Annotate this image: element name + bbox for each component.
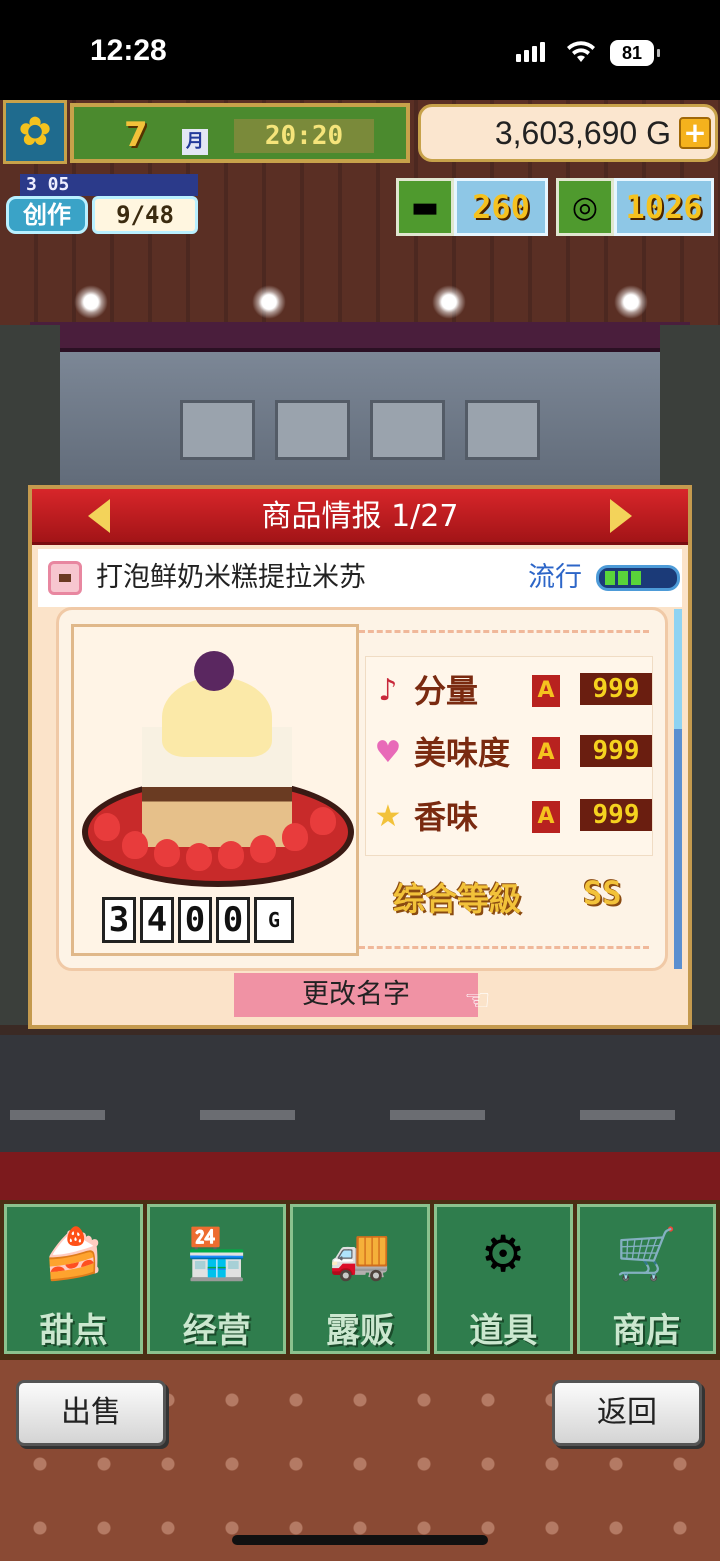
overall-grade-label: 综合等級 — [393, 880, 522, 918]
trend-label: 流行 — [528, 562, 582, 593]
stat-label: 分量 — [414, 672, 479, 710]
month-number: 7 — [124, 115, 148, 155]
scrollbar[interactable] — [674, 609, 682, 969]
status-time: 12:28 — [90, 34, 167, 67]
price-digit: 0 — [216, 897, 250, 943]
lamp-light — [252, 285, 286, 319]
month-label: 月 — [182, 129, 208, 155]
item-detail: 3 4 0 0 G ♪ 分量 A 999 ♥ 美味度 A 999 ★ 香味 A … — [56, 607, 668, 971]
product-info-panel: 商品情报 1/27 打泡鲜奶米糕提拉米苏 流行 3 4 0 0 G ♪ 分量 A… — [28, 485, 692, 1029]
stat-label: 美味度 — [414, 734, 511, 772]
price-digit: 4 — [140, 897, 174, 943]
music-note-icon: ♪ — [378, 673, 398, 708]
stat-aroma: ★ 香味 A 999 — [370, 787, 652, 847]
panel-title: 商品情报 1/27 — [261, 499, 459, 534]
sunflower-icon[interactable]: ✿ — [3, 100, 67, 164]
calendar-box: 7 月 20:20 — [70, 103, 410, 163]
stat-rank: A — [532, 675, 560, 707]
game-clock: 20:20 — [234, 119, 374, 153]
nav-label: 甜点 — [39, 1311, 108, 1351]
money-value: 3,603,690 G — [494, 115, 671, 151]
stat-taste: ♥ 美味度 A 999 — [370, 723, 652, 783]
stat-label: 香味 — [414, 798, 479, 836]
lamp-light — [74, 285, 108, 319]
nav-food-truck[interactable]: 🚚 露贩 — [290, 1204, 430, 1354]
lamp-light — [432, 285, 466, 319]
status-bar: 12:28 81 — [0, 0, 720, 100]
star-icon: ★ — [374, 799, 402, 834]
nav-label: 露贩 — [326, 1311, 394, 1351]
stats-box: ♪ 分量 A 999 ♥ 美味度 A 999 ★ 香味 A 999 — [365, 656, 653, 856]
nav-desserts[interactable]: 🍰 甜点 — [4, 1204, 144, 1354]
divider — [359, 946, 649, 949]
overall-grade-value: SS — [583, 874, 622, 912]
stat-value: 999 — [580, 735, 652, 767]
home-indicator[interactable] — [232, 1535, 488, 1545]
divider — [359, 630, 649, 633]
shop-awning — [30, 322, 690, 352]
cellular-signal-icon — [516, 42, 545, 62]
road — [0, 1035, 720, 1155]
food-truck-icon: 🚚 — [328, 1225, 392, 1283]
price-display: 3 4 0 0 G — [102, 897, 294, 943]
stat-value: 999 — [580, 673, 652, 705]
red-band — [0, 1152, 720, 1200]
price-unit: G — [254, 897, 294, 943]
stat-rank: A — [532, 801, 560, 833]
gold-bar-icon: ▬ — [396, 178, 454, 236]
creation-counter[interactable]: 3 05 创作 9/48 — [6, 174, 198, 236]
nav-label: 经营 — [182, 1311, 251, 1351]
medal-counter: ◎ 1026 — [556, 178, 714, 236]
creation-label: 创作 — [6, 196, 88, 234]
cake-category-icon — [48, 561, 82, 595]
add-money-button[interactable]: + — [679, 117, 711, 149]
sell-button[interactable]: 出售 — [16, 1380, 166, 1446]
oven-row — [180, 400, 540, 460]
rename-button[interactable]: 更改名字 — [234, 973, 478, 1017]
money-box: 3,603,690 G + — [418, 104, 718, 162]
gold-bar-value: 260 — [454, 178, 548, 236]
cake-picture: 3 4 0 0 G — [71, 624, 359, 956]
pointing-hand-icon: ☜ — [464, 983, 491, 1018]
stat-rank: A — [532, 737, 560, 769]
stat-volume: ♪ 分量 A 999 — [370, 661, 652, 721]
items-icon: ⚙ — [480, 1225, 526, 1283]
item-name: 打泡鲜奶米糕提拉米苏 — [96, 562, 366, 593]
nav-management[interactable]: 🏪 经营 — [147, 1204, 287, 1354]
battery-indicator: 81 — [610, 40, 660, 66]
panel-header: 商品情报 1/27 — [32, 489, 688, 545]
game-scene: ✿ 7 月 20:20 3,603,690 G + 3 05 创作 9/48 ▬… — [0, 100, 720, 1561]
nav-label: 商店 — [612, 1311, 681, 1351]
item-name-row: 打泡鲜奶米糕提拉米苏 流行 — [38, 549, 682, 607]
next-arrow-icon[interactable] — [610, 499, 632, 533]
price-digit: 0 — [178, 897, 212, 943]
cart-icon: 🛒 — [615, 1225, 678, 1283]
medal-value: 1026 — [614, 178, 714, 236]
footer-bar: 出售 返回 — [0, 1360, 720, 1561]
shop-icon: 🏪 — [185, 1225, 248, 1283]
heart-icon: ♥ — [374, 735, 402, 770]
gold-bar-counter: ▬ 260 — [396, 178, 548, 236]
bottom-navigation: 🍰 甜点 🏪 经营 🚚 露贩 ⚙ 道具 🛒 商店 — [0, 1200, 720, 1360]
creation-level: 3 05 — [20, 174, 198, 196]
stat-value: 999 — [580, 799, 652, 831]
wifi-icon — [567, 41, 595, 62]
back-button[interactable]: 返回 — [552, 1380, 702, 1446]
cake-icon: 🍰 — [42, 1225, 105, 1283]
nav-items[interactable]: ⚙ 道具 — [433, 1204, 573, 1354]
creation-count: 9/48 — [92, 196, 198, 234]
nav-label: 道具 — [469, 1311, 538, 1351]
price-digit: 3 — [102, 897, 136, 943]
nav-store[interactable]: 🛒 商店 — [576, 1204, 717, 1354]
trend-meter — [596, 565, 680, 591]
lamp-light — [614, 285, 648, 319]
medal-icon: ◎ — [556, 178, 614, 236]
